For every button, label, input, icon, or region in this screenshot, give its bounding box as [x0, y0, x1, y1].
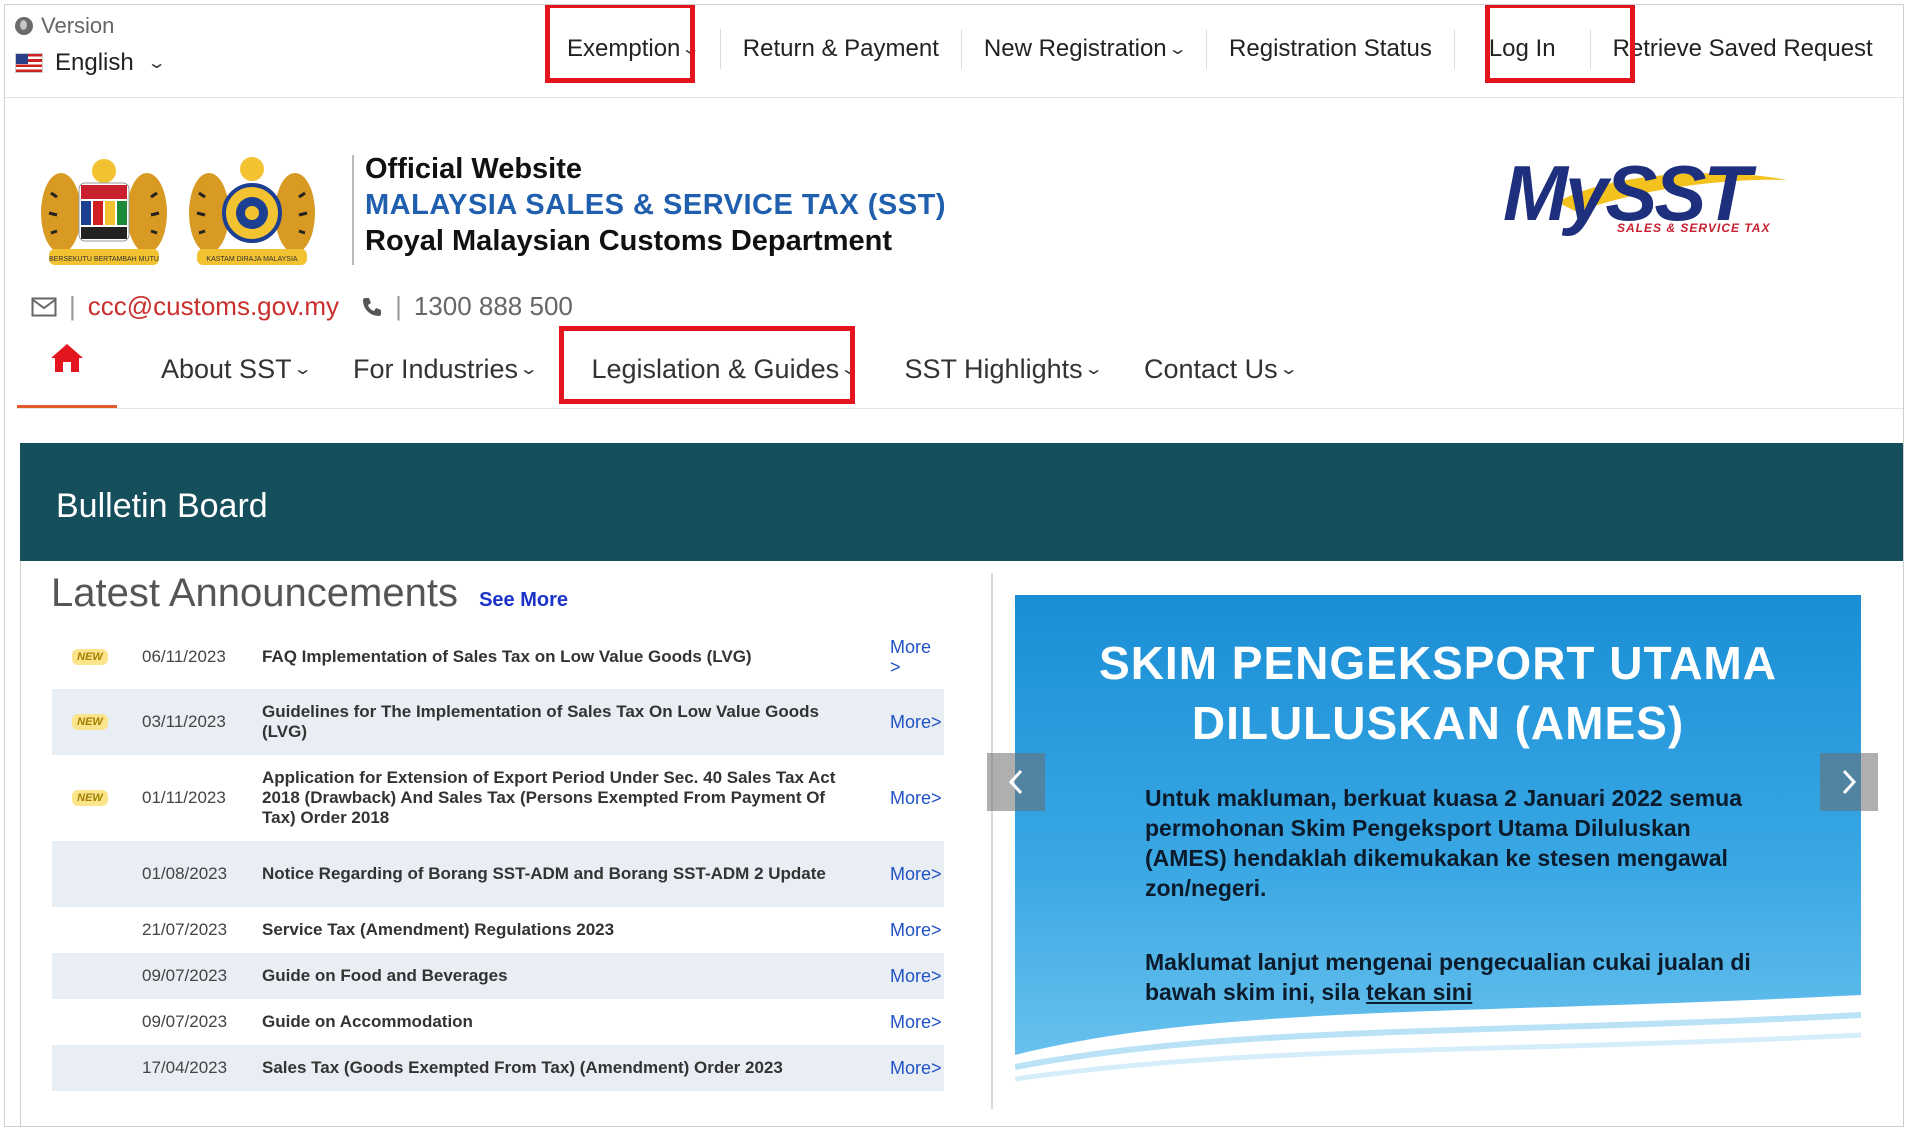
main-nav: About SST ⌄ For Industries ⌄ Legislation &… [17, 330, 1903, 409]
customs-crest-logo: KASTAM DIRAJA MALAYSIA [189, 157, 315, 265]
slide-paragraph-1: Untuk makluman, berkuat kuasa 2 Januari … [1145, 785, 1742, 901]
home-icon [51, 344, 83, 372]
more-link[interactable]: More> [890, 1058, 942, 1079]
language-selector[interactable]: English ⌄ [15, 49, 167, 77]
list-item: NEW 01/11/2023 Application for Extension… [52, 755, 944, 841]
bulletin-board-title: Bulletin Board [56, 487, 268, 525]
new-badge: NEW [72, 714, 108, 730]
mysst-logo-subtext: SALES & SERVICE TAX [1617, 221, 1770, 235]
chevron-down-icon: ⌄ [292, 361, 313, 378]
chevron-down-icon: ⌄ [146, 55, 167, 72]
nav-about-sst[interactable]: About SST ⌄ [161, 354, 313, 385]
globe-icon [15, 17, 33, 35]
top-nav-exemption[interactable]: Exemption ⌄ [545, 29, 720, 69]
top-nav-retrieve-saved-request[interactable]: Retrieve Saved Request [1589, 29, 1895, 69]
browser-page: Version English ⌄ Exemption ⌄ Return & Pa… [4, 4, 1904, 1127]
more-link[interactable]: More> [890, 920, 942, 941]
contact-info: | ccc@customs.gov.my | 1300 888 500 [31, 291, 573, 322]
more-link[interactable]: More> [890, 966, 942, 987]
chevron-left-icon [1008, 769, 1023, 795]
top-nav-registration-status[interactable]: Registration Status [1206, 29, 1454, 69]
header-divider [352, 155, 354, 265]
announcement-slide[interactable]: SKIM PENGEKSPORT UTAMA DILULUSKAN (AMES)… [1015, 595, 1861, 1095]
email-link[interactable]: ccc@customs.gov.my [88, 291, 339, 322]
malaysia-coat-of-arms-logo: BERSEKUTU BERTAMBAH MUTU [41, 159, 167, 265]
slide-title: SKIM PENGEKSPORT UTAMA DILULUSKAN (AMES) [1099, 637, 1777, 749]
site-title-line2: MALAYSIA SALES & SERVICE TAX (SST) [365, 189, 946, 221]
language-label: English [55, 49, 134, 76]
more-link[interactable]: More> [890, 788, 942, 809]
more-link[interactable]: More> [890, 712, 942, 733]
top-bar: Version English ⌄ Exemption ⌄ Return & Pa… [5, 5, 1903, 98]
list-item: 21/07/2023 Service Tax (Amendment) Regul… [142, 919, 942, 941]
bulletin-content: Latest Announcements See More NEW 06/11/… [20, 561, 1903, 1126]
crest2-motto: KASTAM DIRAJA MALAYSIA [206, 256, 297, 263]
bulletin-board-header: Bulletin Board [20, 443, 1903, 561]
slide-next-button[interactable] [1820, 753, 1878, 811]
list-item: NEW 06/11/2023 FAQ Implementation of Sal… [52, 625, 944, 689]
top-nav-log-in[interactable]: Log In [1453, 29, 1590, 69]
nav-legislation-guides[interactable]: Legislation & Guides ⌄ [591, 354, 859, 385]
content-divider [991, 573, 993, 1109]
version-label: Version [15, 13, 114, 39]
new-badge: NEW [72, 649, 108, 665]
announcements-heading: Latest Announcements See More [51, 571, 569, 615]
envelope-icon [31, 297, 57, 316]
chevron-down-icon: ⌄ [1167, 41, 1188, 58]
site-title-line1: Official Website [365, 153, 583, 185]
nav-contact-us[interactable]: Contact Us ⌄ [1144, 354, 1299, 385]
new-badge: NEW [72, 790, 108, 806]
chevron-down-icon: ⌄ [681, 41, 702, 58]
see-more-link[interactable]: See More [479, 589, 568, 611]
chevron-down-icon: ⌄ [839, 361, 860, 378]
mysst-logo: MySST SALES & SERVICE TAX [1503, 150, 1787, 237]
announcement-list: NEW 06/11/2023 FAQ Implementation of Sal… [52, 625, 944, 1091]
list-item: 09/07/2023 Guide on Accommodation More> [142, 1011, 942, 1033]
top-nav: Exemption ⌄ Return & Payment New Registra… [545, 5, 1895, 93]
chevron-down-icon: ⌄ [1083, 361, 1104, 378]
phone-info: | 1300 888 500 [361, 291, 573, 322]
crest1-motto: BERSEKUTU BERTAMBAH MUTU [49, 256, 159, 263]
list-item: 17/04/2023 Sales Tax (Goods Exempted Fro… [52, 1045, 944, 1091]
more-link[interactable]: More> [890, 864, 942, 885]
more-link[interactable]: More > [890, 637, 940, 677]
phone-number: 1300 888 500 [413, 291, 573, 321]
nav-for-industries[interactable]: For Industries ⌄ [353, 354, 539, 385]
top-nav-return-payment[interactable]: Return & Payment [719, 29, 961, 69]
home-button[interactable] [17, 330, 117, 408]
top-nav-new-registration[interactable]: New Registration ⌄ [960, 29, 1206, 69]
chevron-down-icon: ⌄ [1278, 361, 1299, 378]
us-flag-icon [15, 53, 43, 73]
chevron-right-icon [1842, 769, 1857, 795]
more-link[interactable]: More> [890, 1012, 942, 1033]
list-item: NEW 03/11/2023 Guidelines for The Implem… [52, 689, 944, 755]
list-item: 01/08/2023 Notice Regarding of Borang SS… [52, 841, 944, 907]
chevron-down-icon: ⌄ [518, 361, 539, 378]
slide-wave-decoration [1015, 995, 1861, 1095]
nav-sst-highlights[interactable]: SST Highlights ⌄ [905, 354, 1104, 385]
phone-icon [363, 297, 382, 316]
slide-prev-button[interactable] [987, 753, 1045, 811]
site-title-line3: Royal Malaysian Customs Department [365, 225, 892, 257]
list-item: 09/07/2023 Guide on Food and Beverages M… [52, 953, 944, 999]
